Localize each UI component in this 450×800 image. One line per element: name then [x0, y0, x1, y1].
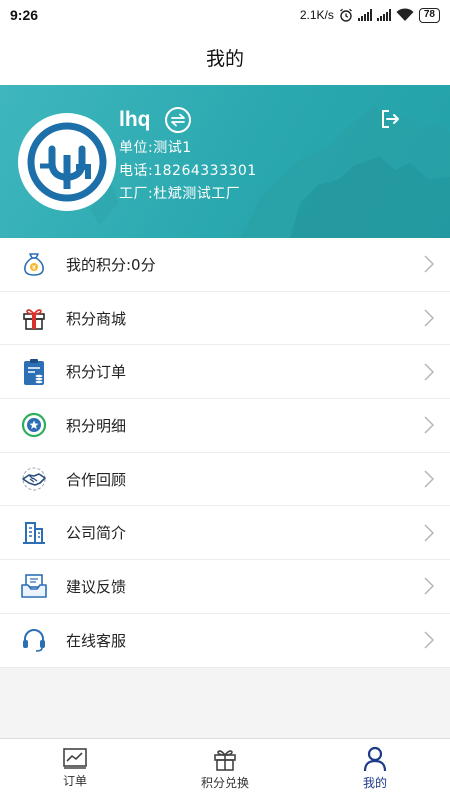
chart-icon	[63, 748, 87, 769]
handshake-icon	[20, 465, 48, 493]
unit-value: 测试1	[153, 140, 192, 156]
menu-list: 我的积分:0分 积分商城 积分订单 积分明细 合作回顾 公司简介 建议反馈 在线…	[0, 238, 450, 668]
gift-icon	[214, 750, 236, 771]
headset-icon	[20, 626, 48, 654]
company-logo-icon	[27, 122, 107, 202]
menu-item-online-service[interactable]: 在线客服	[0, 614, 450, 668]
battery-icon: 78	[418, 7, 440, 23]
network-speed: 2.1K/s	[299, 8, 334, 22]
star-circle-icon	[20, 411, 48, 439]
tab-mine[interactable]: 我的	[300, 739, 450, 800]
logout-icon	[382, 110, 399, 128]
gift-box-icon	[20, 304, 48, 332]
logout-button[interactable]	[380, 109, 400, 133]
tab-label: 订单	[62, 774, 87, 788]
menu-item-points-detail[interactable]: 积分明细	[0, 399, 450, 453]
avatar[interactable]	[18, 113, 116, 211]
tab-label: 积分兑换	[200, 776, 249, 790]
menu-item-my-points[interactable]: 我的积分:0分	[0, 238, 450, 292]
page-header: 我的	[0, 30, 450, 85]
chevron-right-icon	[424, 309, 434, 327]
menu-item-points-orders[interactable]: 积分订单	[0, 345, 450, 400]
tab-orders[interactable]: 订单	[0, 739, 150, 800]
inbox-icon	[20, 572, 48, 600]
bottom-tab-bar: 订单 积分兑换 我的	[0, 738, 450, 800]
chevron-right-icon	[424, 470, 434, 488]
menu-item-label: 在线客服	[66, 631, 127, 650]
phone-label: 电话:	[119, 163, 154, 179]
page-title: 我的	[205, 48, 244, 70]
tab-points-exchange[interactable]: 积分兑换	[150, 739, 300, 800]
menu-item-label: 积分订单	[66, 363, 127, 382]
money-bag-icon	[20, 250, 48, 278]
tab-label: 我的	[362, 776, 387, 790]
chevron-right-icon	[424, 363, 434, 381]
chevron-right-icon	[424, 255, 434, 273]
factory-row: 工厂: 杜斌测试工厂	[119, 183, 257, 206]
phone-value: 18264333301	[153, 163, 257, 179]
factory-label: 工厂:	[119, 186, 154, 202]
status-bar: 9:26 2.1K/s 78	[0, 0, 450, 30]
chevron-right-icon	[424, 577, 434, 595]
building-icon	[20, 519, 48, 547]
unit-row: 单位: 测试1	[119, 137, 257, 160]
menu-item-label: 公司简介	[66, 524, 127, 543]
chevron-right-icon	[424, 631, 434, 649]
menu-item-company-intro[interactable]: 公司简介	[0, 506, 450, 561]
alarm-icon	[339, 8, 352, 22]
user-name: lhq	[119, 108, 151, 131]
profile-info: lhq 单位: 测试1 电话: 18264333301 工厂: 杜斌测试工厂	[119, 103, 257, 206]
factory-value: 杜斌测试工厂	[153, 186, 241, 202]
phone-row: 电话: 18264333301	[119, 160, 257, 183]
signal-icon-2	[376, 9, 391, 21]
clipboard-icon	[20, 358, 48, 386]
menu-item-label: 积分商城	[66, 309, 127, 328]
profile-card: lhq 单位: 测试1 电话: 18264333301 工厂: 杜斌测试工厂	[0, 85, 450, 238]
menu-item-cooperation-review[interactable]: 合作回顾	[0, 453, 450, 507]
status-time: 9:26	[10, 7, 39, 23]
menu-item-label: 我的积分:0分	[66, 255, 156, 274]
chevron-right-icon	[424, 524, 434, 542]
menu-item-label: 积分明细	[66, 416, 127, 435]
person-icon	[363, 746, 387, 772]
menu-item-points-mall[interactable]: 积分商城	[0, 292, 450, 346]
swap-icon	[170, 113, 185, 127]
switch-account-button[interactable]	[164, 107, 191, 133]
menu-item-feedback[interactable]: 建议反馈	[0, 560, 450, 614]
menu-item-label: 建议反馈	[66, 577, 127, 596]
signal-icon	[357, 9, 372, 21]
status-icons: 2.1K/s 78	[299, 7, 440, 23]
menu-item-label: 合作回顾	[66, 470, 127, 489]
wifi-icon	[396, 8, 414, 21]
chevron-right-icon	[424, 416, 434, 434]
unit-label: 单位:	[119, 140, 154, 156]
